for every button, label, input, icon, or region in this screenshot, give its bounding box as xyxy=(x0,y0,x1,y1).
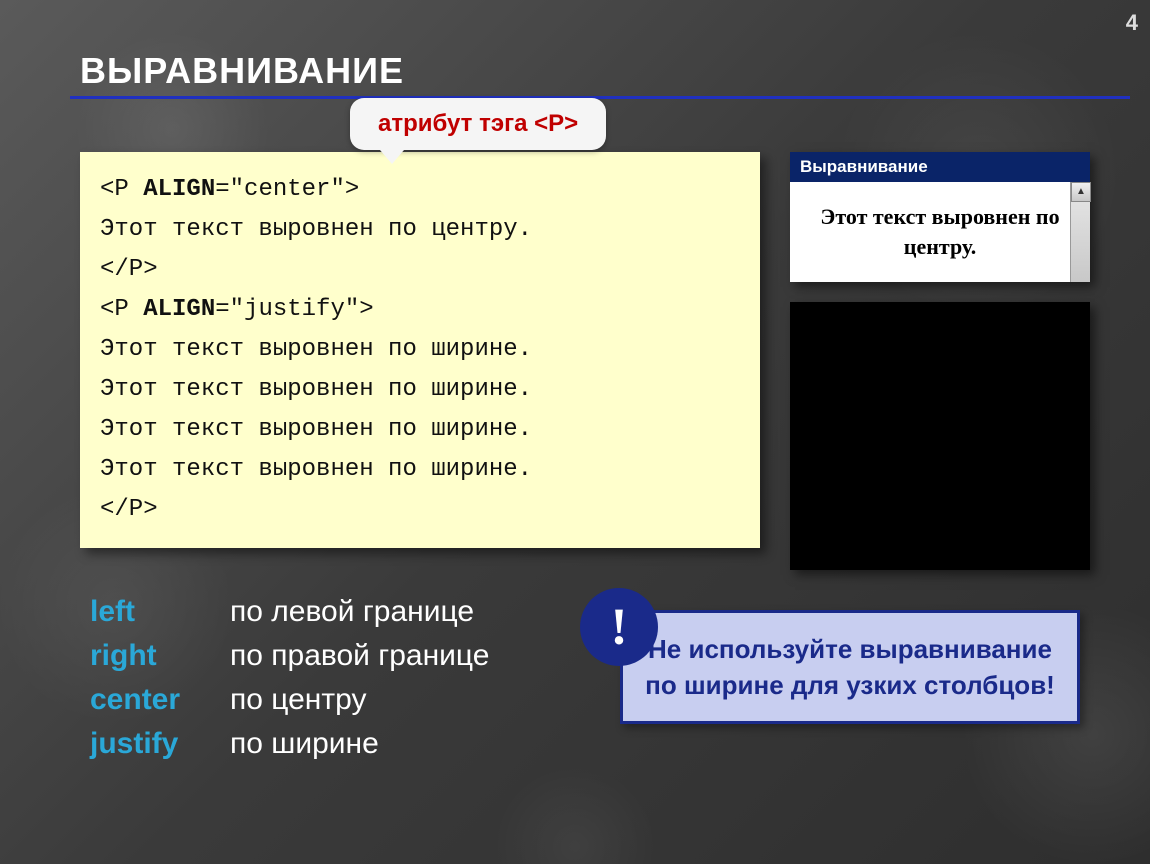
code-line: Этот текст выровнен по ширине. xyxy=(100,370,740,410)
code-line: </P> xyxy=(100,250,740,290)
title-underline xyxy=(70,96,1130,99)
scroll-up-icon[interactable]: ▲ xyxy=(1071,182,1091,202)
align-desc: по левой границе xyxy=(230,595,474,628)
list-item: centerпо центру xyxy=(90,678,489,722)
list-item: leftпо левой границе xyxy=(90,590,489,634)
code-line: </P> xyxy=(100,490,740,530)
warning-text: Не используйте выравнивание по ширине дл… xyxy=(645,634,1055,700)
callout-bubble: атрибут тэга <P> xyxy=(350,98,606,150)
code-line: <P ALIGN="justify"> xyxy=(100,290,740,330)
preview-titlebar: Выравнивание xyxy=(790,152,1090,182)
list-item: justifyпо ширине xyxy=(90,722,489,766)
align-keyword: justify xyxy=(90,722,230,766)
exclamation-icon: ! xyxy=(580,588,658,666)
align-desc: по центру xyxy=(230,683,366,716)
preview-placeholder xyxy=(790,302,1090,570)
browser-preview: Выравнивание Этот текст выровнен по цент… xyxy=(790,152,1090,282)
code-line: Этот текст выровнен по ширине. xyxy=(100,450,740,490)
list-item: rightпо правой границе xyxy=(90,634,489,678)
scrollbar[interactable]: ▲ xyxy=(1070,182,1090,282)
align-desc: по правой границе xyxy=(230,639,489,672)
align-keyword: left xyxy=(90,590,230,634)
align-options-list: leftпо левой границе rightпо правой гран… xyxy=(90,590,489,766)
code-line: Этот текст выровнен по ширине. xyxy=(100,330,740,370)
align-desc: по ширине xyxy=(230,727,379,760)
code-line: <P ALIGN="center"> xyxy=(100,170,740,210)
preview-content: Этот текст выровнен по центру. ▲ xyxy=(790,182,1090,282)
callout-text: атрибут тэга <P> xyxy=(378,110,578,137)
slide-title: ВЫРАВНИВАНИЕ xyxy=(80,50,404,92)
warning-note: Не используйте выравнивание по ширине дл… xyxy=(620,610,1080,724)
code-line: Этот текст выровнен по центру. xyxy=(100,210,740,250)
align-keyword: center xyxy=(90,678,230,722)
code-line: Этот текст выровнен по ширине. xyxy=(100,410,740,450)
code-example: <P ALIGN="center"> Этот текст выровнен п… xyxy=(80,152,760,548)
align-keyword: right xyxy=(90,634,230,678)
preview-text: Этот текст выровнен по центру. xyxy=(820,204,1059,259)
page-number: 4 xyxy=(1126,10,1138,36)
